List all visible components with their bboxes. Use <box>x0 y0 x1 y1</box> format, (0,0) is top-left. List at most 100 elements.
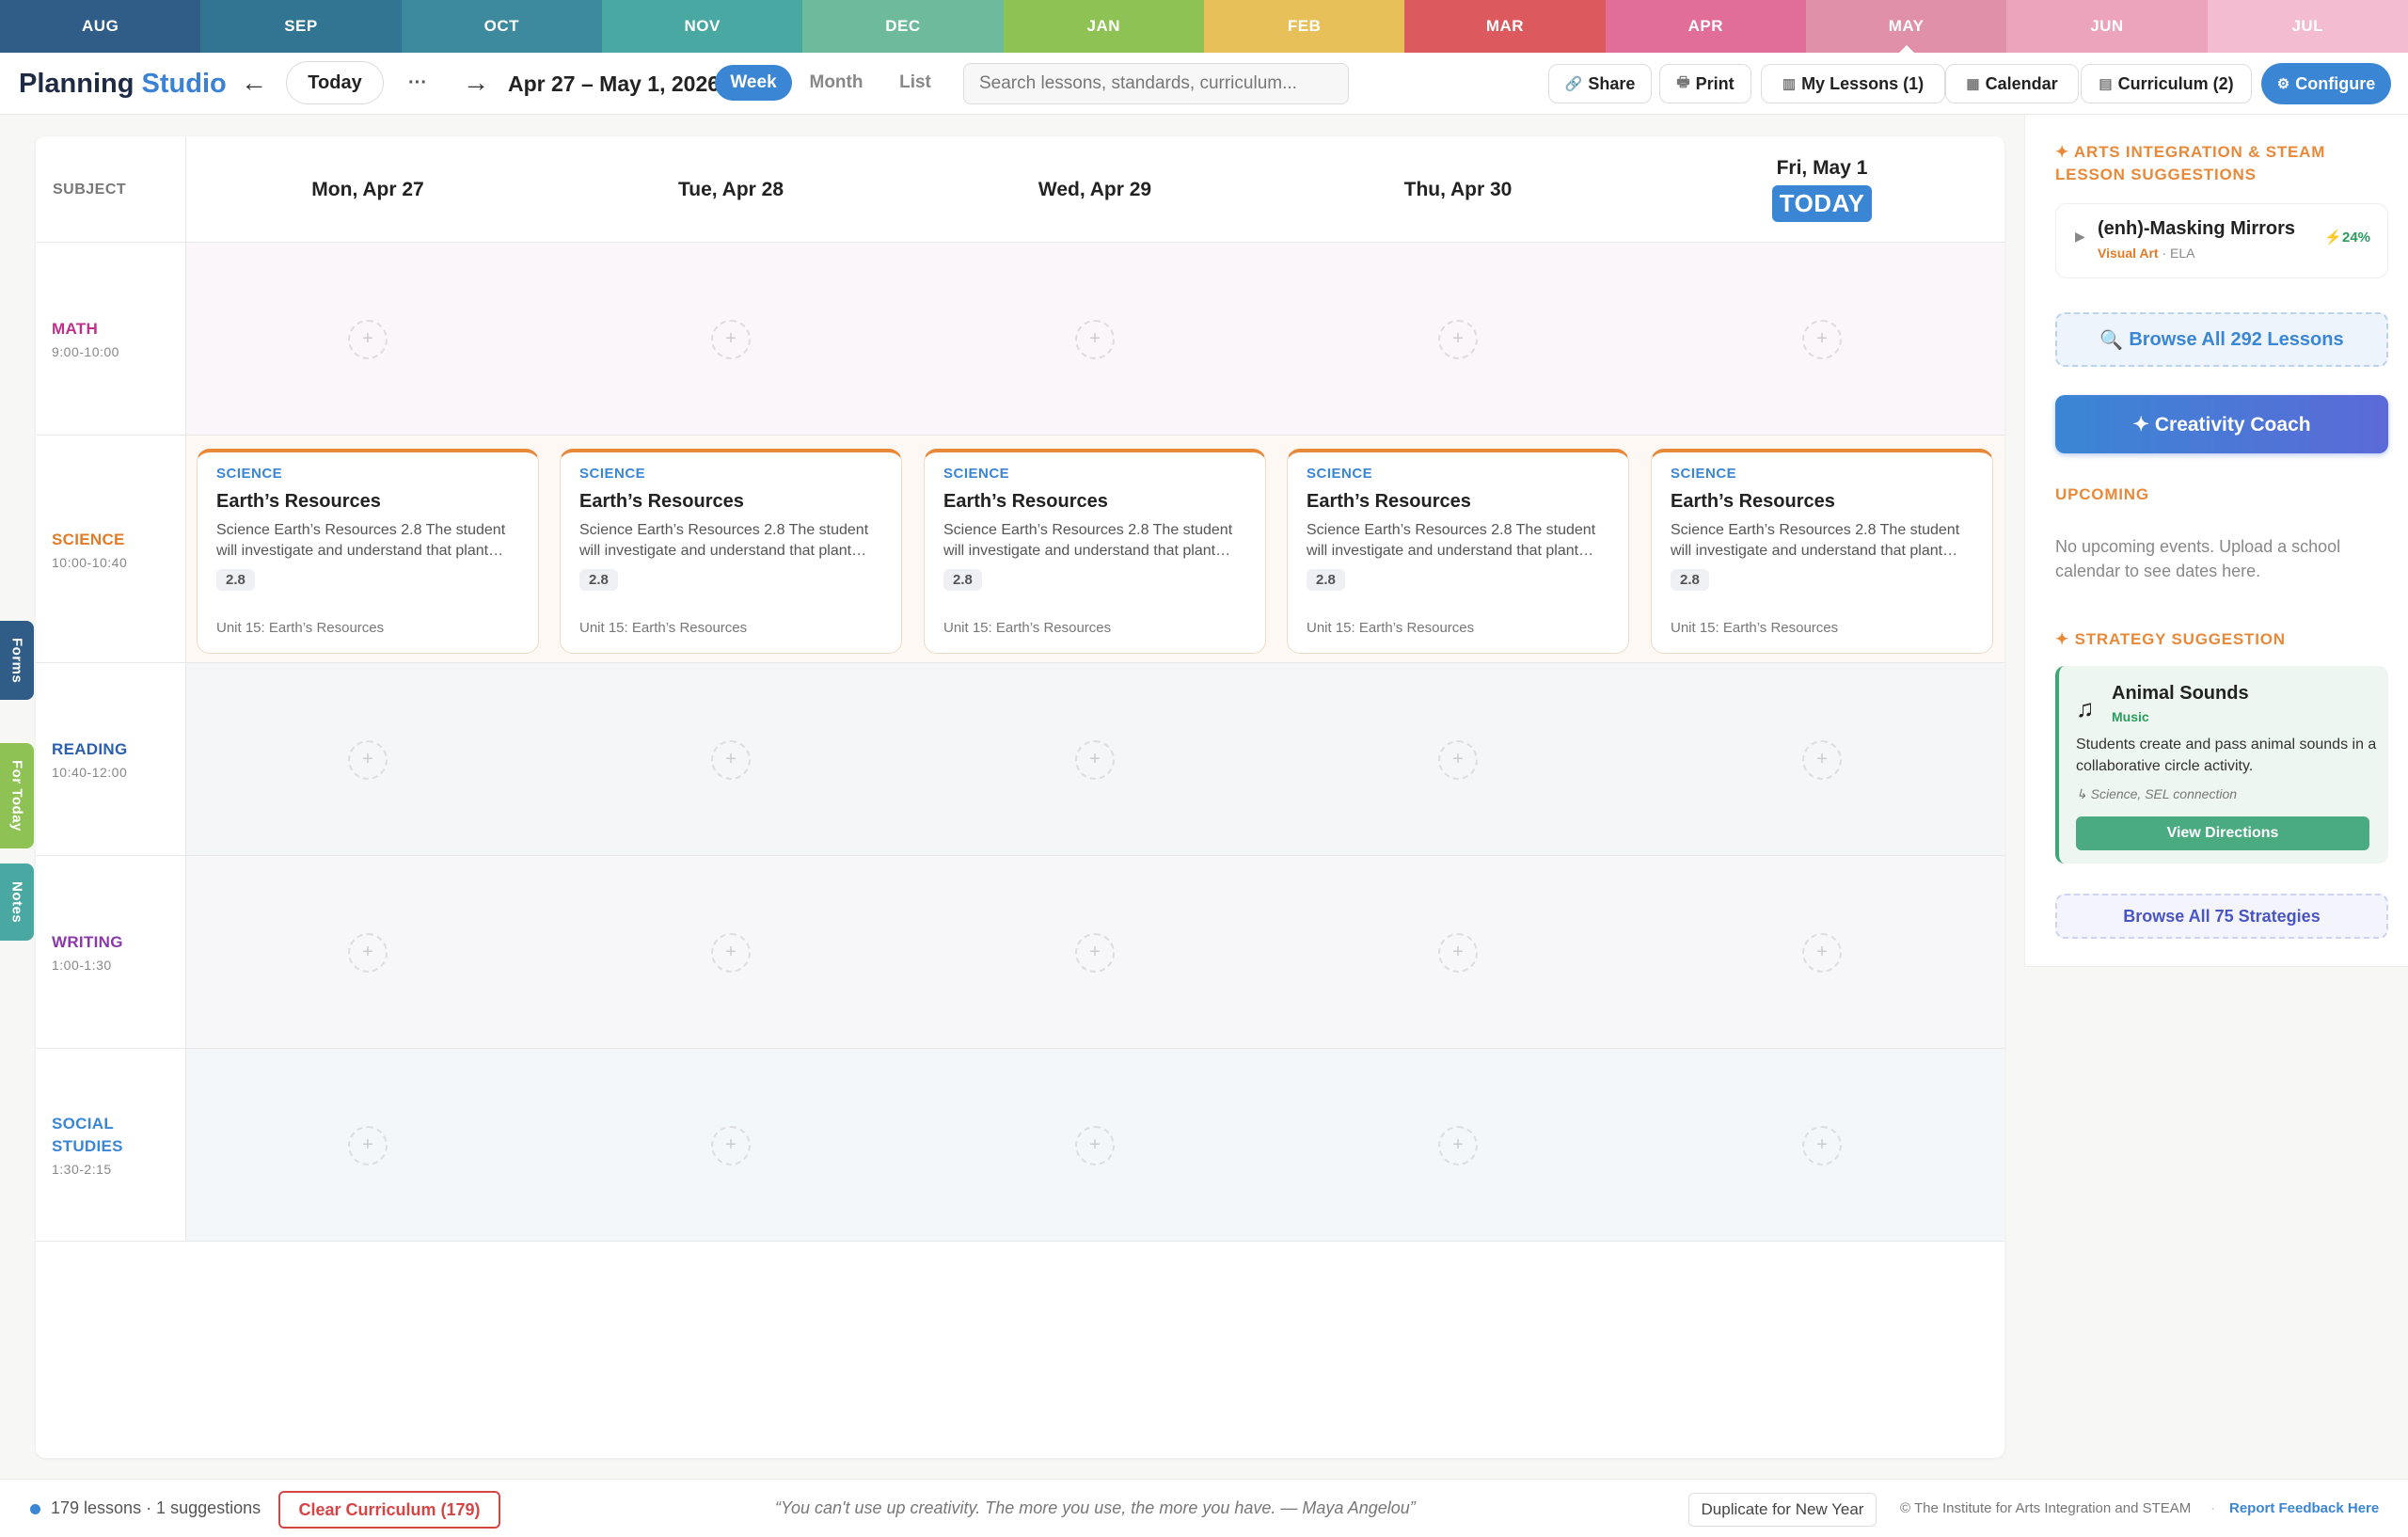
standard-badge: 2.8 <box>579 569 618 591</box>
add-lesson-icon[interactable]: + <box>711 1125 751 1165</box>
subject-time: 10:00-10:40 <box>52 554 128 570</box>
clear-curriculum-button[interactable]: Clear Curriculum (179) <box>278 1491 500 1529</box>
lesson-card[interactable]: SCIENCE Earth’s Resources Science Earth’s … <box>560 449 902 654</box>
month-tab-oct[interactable]: OCT <box>401 0 602 53</box>
footer-quote: “You can't use up creativity. The more y… <box>775 1498 1416 1517</box>
document-icon: ▤ <box>2099 76 2113 92</box>
day-header: Thu, Apr 30 <box>1276 136 1640 243</box>
add-lesson-icon[interactable]: + <box>1075 1125 1115 1165</box>
calendar-button[interactable]: ▦ Calendar <box>1945 64 2079 103</box>
add-lesson-icon[interactable]: + <box>348 739 388 780</box>
next-week-button[interactable]: → <box>459 66 493 100</box>
brand-accent: Studio <box>141 69 227 99</box>
brand-logo[interactable]: Planning Studio <box>19 69 227 100</box>
suggestion-title: (enh)-Masking Mirrors <box>2098 218 2296 239</box>
add-lesson-icon[interactable]: + <box>348 319 388 359</box>
subject-label: SOCIAL STUDIES 1:30-2:15 <box>36 1049 186 1241</box>
for-today-tab[interactable]: For Today <box>0 743 34 848</box>
month-tab-apr[interactable]: APR <box>1605 0 1806 53</box>
lesson-count: 179 lessons · 1 suggestions <box>51 1498 261 1517</box>
month-tab-jul[interactable]: JUL <box>2207 0 2408 53</box>
curriculum-button[interactable]: ▤ Curriculum (2) <box>2081 64 2252 103</box>
standard-badge: 2.8 <box>1307 569 1345 591</box>
configure-button[interactable]: ⚙ Configure <box>2261 63 2391 104</box>
add-lesson-icon[interactable]: + <box>1075 932 1115 973</box>
browse-strategies-button[interactable]: Browse All 75 Strategies <box>2055 894 2388 939</box>
configure-label: Configure <box>2295 73 2376 93</box>
add-lesson-icon[interactable]: + <box>1438 1125 1478 1165</box>
add-lesson-icon[interactable]: + <box>348 1125 388 1165</box>
view-list-tab[interactable]: List <box>879 65 952 101</box>
lesson-subject: SCIENCE <box>943 466 1010 482</box>
suggestion-match: ⚡24% <box>2324 230 2370 246</box>
day-label: Tue, Apr 28 <box>677 178 784 200</box>
add-lesson-icon[interactable]: + <box>1438 739 1478 780</box>
add-lesson-icon[interactable]: + <box>711 319 751 359</box>
add-lesson-icon[interactable]: + <box>711 739 751 780</box>
lesson-unit: Unit 15: Earth’s Resources <box>1307 620 1475 636</box>
add-lesson-icon[interactable]: + <box>1438 932 1478 973</box>
view-month-tab[interactable]: Month <box>798 65 875 101</box>
month-tab-feb[interactable]: FEB <box>1203 0 1405 53</box>
lesson-subject: SCIENCE <box>579 466 646 482</box>
subject-row-math: MATH 9:00-10:00 + + + + + <box>36 243 2004 436</box>
standard-badge: 2.8 <box>1671 569 1709 591</box>
lesson-title: Earth’s Resources <box>943 491 1108 512</box>
lesson-suggestion-card[interactable]: ▶ (enh)-Masking Mirrors Visual Art · ELA… <box>2055 203 2388 278</box>
my-lessons-button[interactable]: ▥ My Lessons (1) <box>1761 64 1945 103</box>
lesson-unit: Unit 15: Earth’s Resources <box>579 620 748 636</box>
lesson-card[interactable]: SCIENCE Earth’s Resources Science Earth’s … <box>1651 449 1993 654</box>
search-input[interactable]: Search lessons, standards, curriculum... <box>963 63 1349 104</box>
month-tab-sep[interactable]: SEP <box>200 0 402 53</box>
standard-badge: 2.8 <box>216 569 255 591</box>
notes-tab[interactable]: Notes <box>0 864 34 941</box>
forms-tab[interactable]: Forms <box>0 621 34 700</box>
share-button[interactable]: 🔗 Share <box>1548 64 1652 103</box>
duplicate-new-year-button[interactable]: Duplicate for New Year <box>1688 1493 1877 1527</box>
month-tab-dec[interactable]: DEC <box>802 0 1004 53</box>
today-button[interactable]: Today <box>286 61 384 104</box>
notes-tab-label: Notes <box>8 880 25 924</box>
add-lesson-icon[interactable]: + <box>1438 319 1478 359</box>
prev-week-button[interactable]: ← <box>237 66 271 100</box>
lesson-card[interactable]: SCIENCE Earth’s Resources Science Earth’s … <box>924 449 1266 654</box>
month-tab-jun[interactable]: JUN <box>2006 0 2208 53</box>
print-button[interactable]: 🖶 Print <box>1659 64 1751 103</box>
subject-time: 1:00-1:30 <box>52 958 112 973</box>
toolbar: Planning Studio ← Today ··· → Apr 27 – M… <box>0 53 2408 115</box>
add-lesson-icon[interactable]: + <box>1802 1125 1842 1165</box>
view-week-tab[interactable]: Week <box>715 65 792 101</box>
browse-lessons-button[interactable]: 🔍 Browse All 292 Lessons <box>2055 312 2388 367</box>
suggestion-art-form: Visual Art <box>2098 246 2159 261</box>
strategy-card: ♫ Animal Sounds Music Students create an… <box>2055 666 2388 864</box>
calendar-icon: ▦ <box>1966 76 1980 92</box>
row-cells: + + + + + <box>186 663 2004 855</box>
lesson-card[interactable]: SCIENCE Earth’s Resources Science Earth’s … <box>197 449 539 654</box>
day-header: Wed, Apr 29 <box>913 136 1276 243</box>
add-lesson-icon[interactable]: + <box>711 932 751 973</box>
row-cells: + + + + + <box>186 1049 2004 1241</box>
report-feedback-link[interactable]: Report Feedback Here <box>2229 1500 2379 1516</box>
add-lesson-icon[interactable]: + <box>1075 739 1115 780</box>
creativity-coach-button[interactable]: ✦ Creativity Coach <box>2055 395 2388 453</box>
status-dot <box>30 1504 40 1514</box>
print-label: Print <box>1695 73 1735 93</box>
month-tab-aug[interactable]: AUG <box>0 0 201 53</box>
date-range: Apr 27 – May 1, 2026 <box>508 71 721 96</box>
copyright: © The Institute for Arts Integration and… <box>1900 1500 2192 1516</box>
lesson-card[interactable]: SCIENCE Earth’s Resources Science Earth’s … <box>1287 449 1629 654</box>
add-lesson-icon[interactable]: + <box>348 932 388 973</box>
add-lesson-icon[interactable]: + <box>1802 932 1842 973</box>
add-lesson-icon[interactable]: + <box>1802 739 1842 780</box>
add-lesson-icon[interactable]: + <box>1802 319 1842 359</box>
subject-name: WRITING <box>52 933 123 951</box>
month-tab-may[interactable]: MAY <box>1805 0 2007 53</box>
more-menu-button[interactable]: ··· <box>401 66 435 100</box>
forms-tab-label: Forms <box>8 637 25 684</box>
add-lesson-icon[interactable]: + <box>1075 319 1115 359</box>
month-tab-nov[interactable]: NOV <box>601 0 803 53</box>
view-directions-button[interactable]: View Directions <box>2076 816 2369 850</box>
month-tab-jan[interactable]: JAN <box>1003 0 1204 53</box>
month-tab-mar[interactable]: MAR <box>1404 0 1606 53</box>
subject-row-reading: READING 10:40-12:00 + + + + + <box>36 663 2004 856</box>
